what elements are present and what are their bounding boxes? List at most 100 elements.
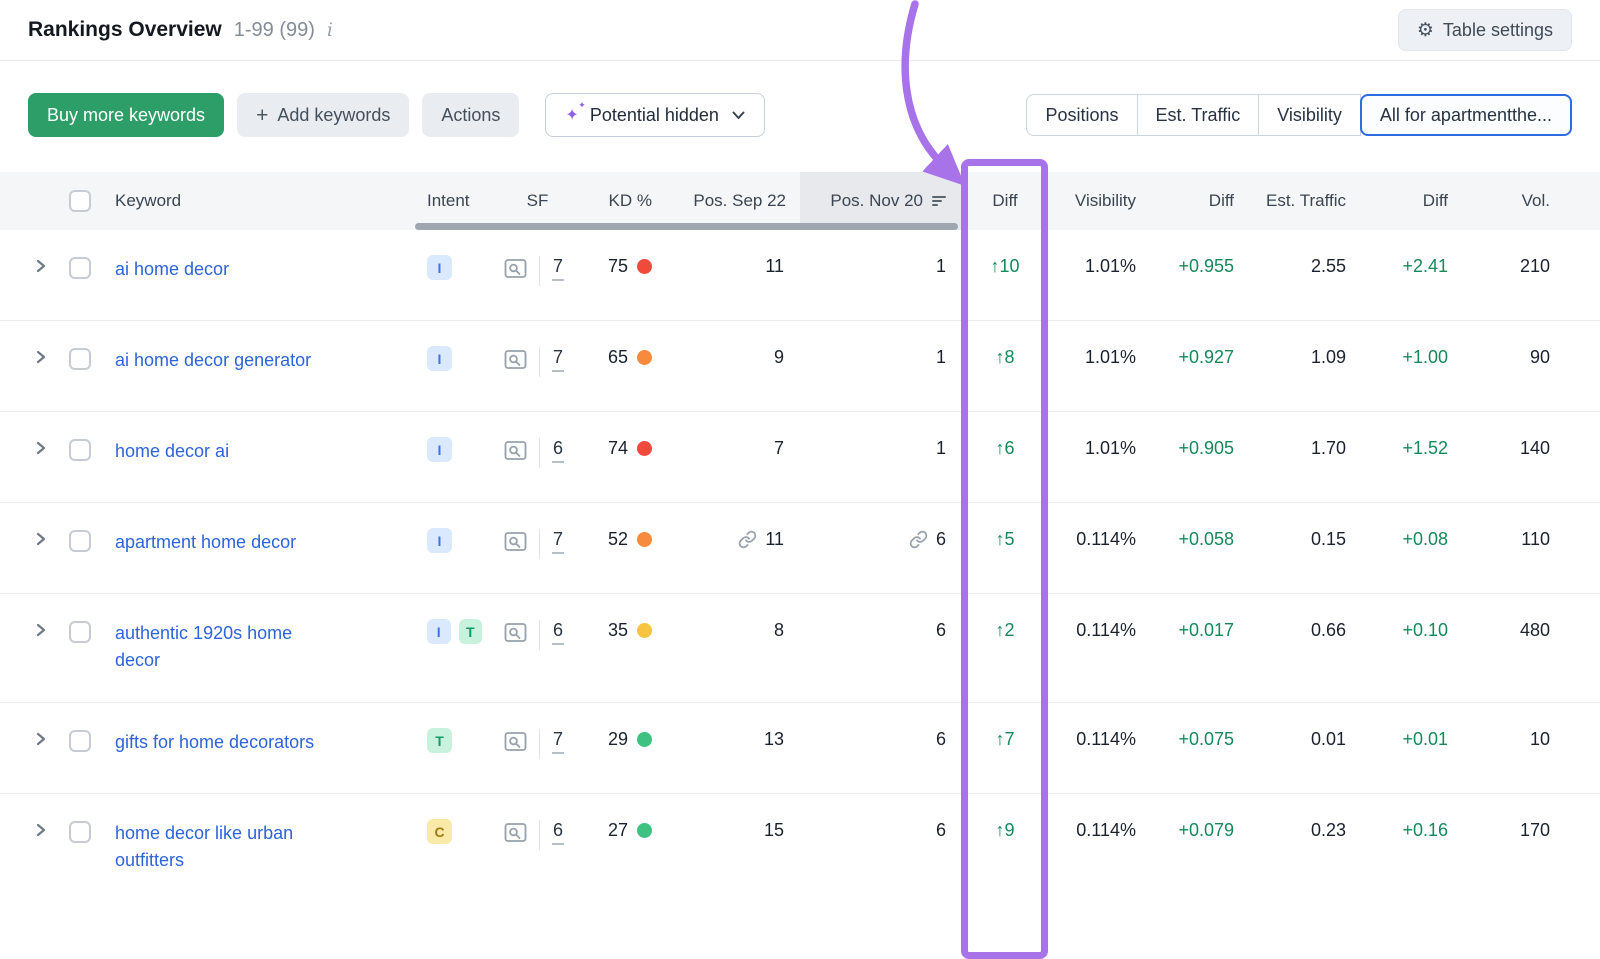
keyword-link[interactable]: authentic 1920s home decor [115,620,335,674]
volume-value: 10 [1462,703,1600,793]
row-checkbox[interactable] [69,730,91,752]
sf-count[interactable]: 6 [552,620,564,645]
col-vis-diff[interactable]: Diff [1150,172,1248,230]
buy-more-keywords-button[interactable]: Buy more keywords [28,93,224,137]
est-traffic-diff: +0.08 [1360,503,1462,593]
chevron-down-icon [732,111,745,120]
sf-count[interactable]: 6 [552,820,564,845]
col-sf[interactable]: SF [490,172,585,230]
kd-dot [637,441,652,456]
sf-count[interactable]: 6 [552,438,564,463]
keyword-link[interactable]: home decor like urban outfitters [115,820,335,874]
col-pos-nov[interactable]: Pos. Nov 20 [800,172,962,230]
sort-icon [932,194,948,208]
serp-features-icon[interactable] [504,530,527,553]
col-pos-sep[interactable]: Pos. Sep 22 [670,172,800,230]
col-kd[interactable]: KD % [585,172,670,230]
table-header-row: Keyword Intent SF KD % Pos. Sep 22 Pos. … [0,172,1600,230]
kd-dot [637,532,652,547]
pos-nov-value: 6 [936,729,946,750]
intent-cell: I [415,230,490,320]
col-intent[interactable]: Intent [415,172,490,230]
pos-sep-value: 11 [765,529,784,550]
expand-row-icon[interactable] [35,441,47,455]
kd-dot [637,732,652,747]
table-body: ai home decor I 7 75 11 1 ↑10 1.01% +0.9… [0,230,1600,912]
serp-features-icon[interactable] [504,730,527,753]
position-diff: ↑5 [962,503,1048,593]
keyword-link[interactable]: ai home decor [115,256,229,283]
expand-row-icon[interactable] [35,350,47,364]
col-traffic-diff[interactable]: Diff [1360,172,1462,230]
row-checkbox[interactable] [69,439,91,461]
sf-count[interactable]: 7 [552,529,564,554]
position-diff: ↑2 [962,594,1048,702]
expand-row-icon[interactable] [35,732,47,746]
divider [539,347,540,377]
row-checkbox[interactable] [69,530,91,552]
col-keyword[interactable]: Keyword [100,172,415,230]
table-row: home decor like urban outfitters C 6 27 … [0,794,1600,912]
link-icon [738,530,757,549]
keyword-link[interactable]: gifts for home decorators [115,729,314,756]
expand-row-icon[interactable] [35,259,47,273]
row-checkbox[interactable] [69,348,91,370]
visibility-value: 1.01% [1048,230,1150,320]
view-toggle-all-for-apartmentthe[interactable]: All for apartmentthe... [1360,94,1572,136]
link-icon [909,530,928,549]
actions-button[interactable]: Actions [422,93,519,137]
horizontal-scrollbar[interactable] [415,223,958,230]
est-traffic-value: 0.23 [1248,794,1360,912]
add-keywords-label: Add keywords [277,105,390,126]
info-icon[interactable]: i [327,19,333,41]
row-checkbox[interactable] [69,621,91,643]
page-range: 1-99 (99) [234,19,315,42]
keyword-link[interactable]: apartment home decor [115,529,296,556]
table-settings-button[interactable]: ⚙ Table settings [1398,9,1572,51]
expand-row-icon[interactable] [35,623,47,637]
serp-features-icon[interactable] [504,257,527,280]
visibility-diff: +0.955 [1150,230,1248,320]
position-diff: ↑10 [962,230,1048,320]
kd-value: 52 [608,529,628,550]
add-keywords-button[interactable]: + Add keywords [237,93,409,137]
serp-features-icon[interactable] [504,348,527,371]
serp-features-icon[interactable] [504,439,527,462]
divider [539,438,540,468]
pos-sep-value: 9 [774,347,784,368]
volume-value: 110 [1462,503,1600,593]
position-diff: ↑8 [962,321,1048,411]
table-row: apartment home decor I 7 52 11 [0,503,1600,594]
row-checkbox[interactable] [69,821,91,843]
select-all-checkbox[interactable] [69,190,91,212]
col-diff[interactable]: Diff [962,172,1048,230]
serp-features-icon[interactable] [504,621,527,644]
col-est-traffic[interactable]: Est. Traffic [1248,172,1360,230]
expand-row-icon[interactable] [35,823,47,837]
view-toggle-est-traffic[interactable]: Est. Traffic [1137,94,1260,136]
view-toggle-positions[interactable]: Positions [1026,94,1137,136]
kd-dot [637,259,652,274]
keyword-link[interactable]: home decor ai [115,438,229,465]
table-row: gifts for home decorators T 7 29 13 6 ↑7… [0,703,1600,794]
potential-hidden-dropdown[interactable]: ✦✦ Potential hidden [545,93,765,137]
row-checkbox[interactable] [69,257,91,279]
col-vol[interactable]: Vol. [1462,172,1600,230]
sf-count[interactable]: 7 [552,729,564,754]
table-row: home decor ai I 6 74 7 1 ↑6 1.01% +0.905… [0,412,1600,503]
sf-count[interactable]: 7 [552,347,564,372]
kd-value: 35 [608,620,628,641]
serp-features-icon[interactable] [504,821,527,844]
volume-value: 90 [1462,321,1600,411]
pos-sep-value: 13 [764,729,784,750]
col-visibility[interactable]: Visibility [1048,172,1150,230]
expand-row-icon[interactable] [35,532,47,546]
intent-badge-transactional: T [459,619,483,644]
gear-icon: ⚙ [1417,21,1434,40]
view-toggle-visibility[interactable]: Visibility [1258,94,1361,136]
visibility-diff: +0.075 [1150,703,1248,793]
sf-count[interactable]: 7 [552,256,564,281]
est-traffic-diff: +1.52 [1360,412,1462,502]
kd-value: 65 [608,347,628,368]
keyword-link[interactable]: ai home decor generator [115,347,311,374]
